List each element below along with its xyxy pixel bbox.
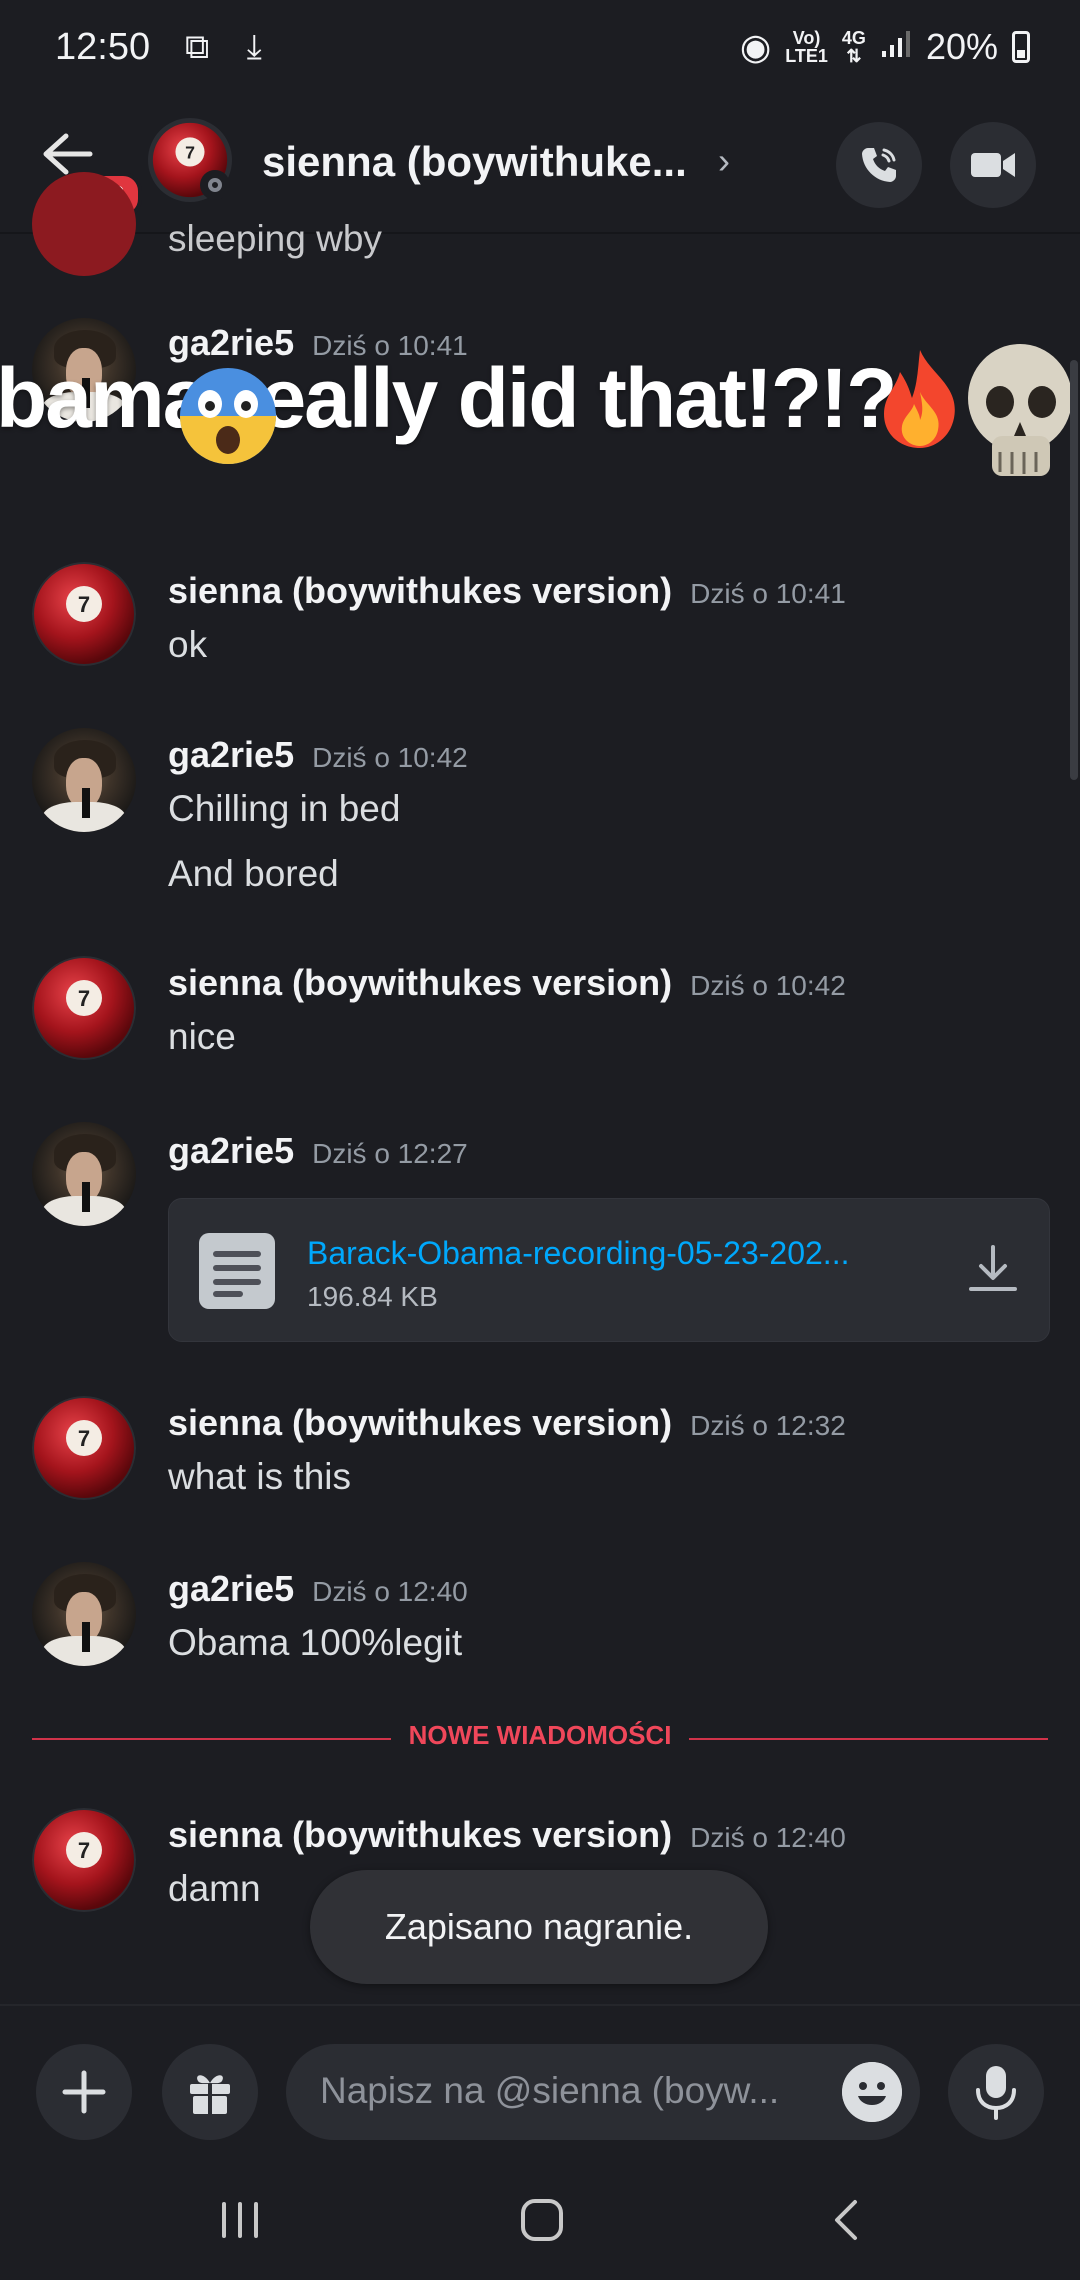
- message-text: damn: [168, 1868, 261, 1909]
- video-camera-icon: [971, 153, 1015, 177]
- signal-icon: [880, 26, 912, 68]
- avatar: [32, 172, 136, 276]
- message-text: And bored: [168, 853, 339, 894]
- recents-icon: [222, 2202, 258, 2238]
- skull-emoji: [968, 344, 1072, 476]
- toast-notification: Zapisano nagranie.: [310, 1870, 768, 1984]
- video-caption-overlay: bama really did that!?!?: [0, 351, 897, 445]
- avatar[interactable]: [32, 1122, 136, 1226]
- plus-icon: [62, 2070, 106, 2114]
- svg-text:7: 7: [78, 1426, 90, 1451]
- message-text: nice: [168, 1016, 236, 1057]
- message-author[interactable]: ga2rie5 Dziś o 10:42: [168, 734, 468, 776]
- voice-call-button[interactable]: [836, 122, 922, 208]
- video-call-button[interactable]: [950, 122, 1036, 208]
- message-author[interactable]: sienna (boywithukes version) Dziś o 10:41: [168, 570, 846, 612]
- file-attachment[interactable]: Barack-Obama-recording-05-23-202... 196.…: [168, 1198, 1050, 1342]
- presence-indicator: [200, 170, 230, 200]
- message-text: Obama 100%legit: [168, 1622, 463, 1663]
- phone-icon: [862, 148, 896, 182]
- system-nav-bar: [0, 2160, 1080, 2280]
- gift-icon: [190, 2075, 230, 2114]
- message-author[interactable]: ga2rie5 Dziś o 12:27: [168, 1130, 468, 1172]
- status-time: 12:50: [55, 26, 151, 68]
- battery-percent: 20%: [925, 26, 998, 67]
- message-text: Chilling in bed: [168, 788, 401, 829]
- hotspot-icon: ◉: [739, 26, 772, 67]
- message-author[interactable]: sienna (boywithukes version) Dziś o 12:32: [168, 1402, 846, 1444]
- message-author[interactable]: sienna (boywithukes version) Dziś o 12:40: [168, 1814, 846, 1856]
- attachment-size: 196.84 KB: [307, 1281, 438, 1312]
- message-text: sleeping wby: [168, 218, 382, 259]
- message-timestamp: Dziś o 12:40: [312, 1576, 468, 1607]
- message-timestamp: Dziś o 12:32: [690, 1410, 846, 1441]
- new-messages-label: NOWE WIADOMOŚCI: [0, 1720, 1080, 1751]
- message-timestamp: Dziś o 10:42: [312, 742, 468, 773]
- message-author[interactable]: ga2rie5 Dziś o 12:40: [168, 1568, 468, 1610]
- chevron-right-icon[interactable]: ›: [718, 140, 730, 182]
- message-timestamp: Dziś o 10:41: [690, 578, 846, 609]
- avatar[interactable]: [32, 728, 136, 832]
- download-icon[interactable]: [963, 1239, 1023, 1299]
- home-icon: [521, 2199, 563, 2241]
- avatar[interactable]: 7: [32, 1396, 136, 1500]
- avatar[interactable]: 7: [32, 956, 136, 1060]
- svg-text:7: 7: [78, 592, 90, 617]
- message-text: what is this: [168, 1456, 352, 1497]
- header-title[interactable]: sienna (boywithuke...: [262, 138, 687, 186]
- document-icon: [199, 1233, 275, 1309]
- microphone-icon: [976, 2066, 1016, 2120]
- avatar[interactable]: [32, 1562, 136, 1666]
- screen-record-icon: ⧉: [185, 28, 224, 66]
- fire-emoji: [884, 350, 955, 448]
- message-timestamp: Dziś o 12:27: [312, 1138, 468, 1169]
- emoji-picker-icon[interactable]: [842, 2062, 902, 2122]
- attach-button[interactable]: [36, 2044, 132, 2140]
- face-screaming-emoji: [180, 368, 276, 464]
- message-timestamp: Dziś o 12:40: [690, 1822, 846, 1853]
- arrow-left-icon: [43, 133, 93, 175]
- gift-button[interactable]: [162, 2044, 258, 2140]
- message-input-placeholder: Napisz na @sienna (boyw...: [320, 2070, 780, 2111]
- volte-indicator: Vo) LTE1: [785, 28, 828, 66]
- avatar[interactable]: 7: [32, 1808, 136, 1912]
- back-chevron-icon: [835, 2200, 857, 2240]
- message-input[interactable]: Napisz na @sienna (boyw...: [286, 2044, 920, 2140]
- status-right: ◉ Vo) LTE1 4G ⇅ 20%: [740, 26, 1030, 68]
- svg-text:7: 7: [78, 1838, 90, 1863]
- svg-text:7: 7: [185, 142, 195, 162]
- message-composer: Napisz na @sienna (boyw...: [0, 2004, 1080, 2156]
- attachment-filename[interactable]: Barack-Obama-recording-05-23-202...: [307, 1235, 849, 1272]
- status-left-icons: ⧉ ⤓: [185, 28, 276, 67]
- network-gen-indicator: 4G ⇅: [841, 28, 866, 66]
- message-author[interactable]: sienna (boywithukes version) Dziś o 10:42: [168, 962, 846, 1004]
- scrollbar[interactable]: [1070, 360, 1078, 780]
- message-text: ok: [168, 624, 208, 665]
- download-icon: ⤓: [246, 28, 276, 66]
- voice-message-button[interactable]: [948, 2044, 1044, 2140]
- message-timestamp: Dziś o 10:42: [690, 970, 846, 1001]
- status-bar: 12:50 ⧉ ⤓ ◉ Vo) LTE1 4G ⇅ 20%: [0, 0, 1080, 100]
- chat-header: 7 sienna (boywithuke... ›: [0, 100, 1080, 234]
- battery-icon: [1012, 31, 1030, 63]
- svg-text:7: 7: [78, 986, 90, 1011]
- home-button[interactable]: [502, 2190, 582, 2250]
- back-nav-button[interactable]: [806, 2190, 886, 2250]
- avatar[interactable]: 7: [32, 562, 136, 666]
- recent-apps-button[interactable]: [200, 2190, 280, 2250]
